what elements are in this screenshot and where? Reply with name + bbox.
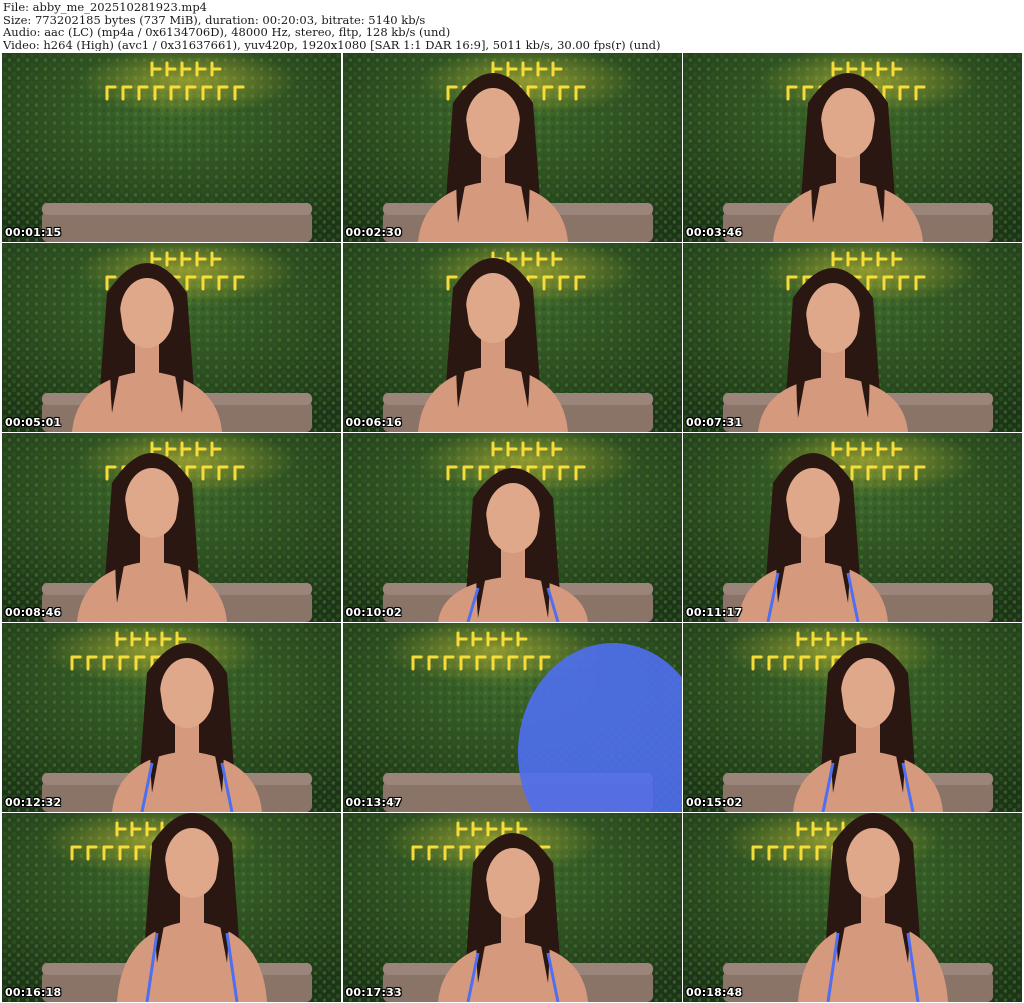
thumbnail-frame: 00:03:46 bbox=[683, 53, 1022, 242]
scene-art bbox=[683, 53, 1022, 242]
scene-art bbox=[683, 623, 1022, 812]
frame-timestamp: 00:11:17 bbox=[686, 606, 743, 619]
thumbnail-frame: 00:12:32 bbox=[2, 623, 341, 812]
scene-art bbox=[2, 623, 341, 812]
frame-timestamp: 00:17:33 bbox=[345, 986, 402, 999]
scene-art bbox=[342, 813, 682, 1002]
file-info-header: File: abby_me_202510281923.mp4 Size: 773… bbox=[3, 1, 1021, 51]
thumbnail-grid: 00:01:15 00:02:30 00:03:46 00:05:01 00:0… bbox=[2, 53, 1022, 1002]
scene-art bbox=[2, 243, 341, 432]
frame-timestamp: 00:10:02 bbox=[345, 606, 402, 619]
thumbnail-frame: 00:07:31 bbox=[683, 243, 1022, 432]
frame-timestamp: 00:06:16 bbox=[345, 416, 402, 429]
scene-art bbox=[342, 53, 682, 242]
scene-art bbox=[342, 243, 682, 432]
thumbnail-frame: 00:11:17 bbox=[683, 433, 1022, 622]
thumbnail-frame: 00:05:01 bbox=[2, 243, 341, 432]
video-info-line: Video: h264 (High) (avc1 / 0x31637661), … bbox=[3, 37, 661, 51]
thumbnail-frame: 00:18:48 bbox=[683, 813, 1022, 1002]
scene-art bbox=[2, 433, 341, 622]
scene-art bbox=[683, 433, 1022, 622]
thumbnail-frame: 00:13:47 bbox=[342, 623, 682, 812]
frame-timestamp: 00:13:47 bbox=[345, 796, 402, 809]
frame-timestamp: 00:01:15 bbox=[5, 226, 62, 239]
couch-back bbox=[42, 203, 312, 215]
thumbnail-frame: 00:15:02 bbox=[683, 623, 1022, 812]
contact-sheet: File: abby_me_202510281923.mp4 Size: 773… bbox=[0, 0, 1024, 1003]
thumbnail-frame: 00:16:18 bbox=[2, 813, 341, 1002]
thumbnail-frame: 00:01:15 bbox=[2, 53, 341, 242]
couch bbox=[42, 211, 312, 242]
thumbnail-frame: 00:06:16 bbox=[342, 243, 682, 432]
scene-art bbox=[683, 243, 1022, 432]
frame-timestamp: 00:12:32 bbox=[5, 796, 62, 809]
scene-art bbox=[2, 813, 341, 1002]
frame-timestamp: 00:03:46 bbox=[686, 226, 743, 239]
thumbnail-frame: 00:02:30 bbox=[342, 53, 682, 242]
frame-timestamp: 00:15:02 bbox=[686, 796, 743, 809]
file-name-line: File: abby_me_202510281923.mp4 bbox=[3, 1, 207, 14]
frame-timestamp: 00:16:18 bbox=[5, 986, 62, 999]
scene-art bbox=[2, 53, 341, 242]
frame-timestamp: 00:07:31 bbox=[686, 416, 743, 429]
scene-art bbox=[342, 623, 682, 812]
scene-art bbox=[342, 433, 682, 622]
frame-timestamp: 00:18:48 bbox=[686, 986, 743, 999]
frame-timestamp: 00:02:30 bbox=[345, 226, 402, 239]
frame-timestamp: 00:05:01 bbox=[5, 416, 62, 429]
thumbnail-frame: 00:10:02 bbox=[342, 433, 682, 622]
audio-info-line: Audio: aac (LC) (mp4a / 0x6134706D), 480… bbox=[3, 25, 451, 39]
frame-timestamp: 00:08:46 bbox=[5, 606, 62, 619]
thumbnail-frame: 00:08:46 bbox=[2, 433, 341, 622]
thumbnail-frame: 00:17:33 bbox=[342, 813, 682, 1002]
scene-art bbox=[683, 813, 1022, 1002]
